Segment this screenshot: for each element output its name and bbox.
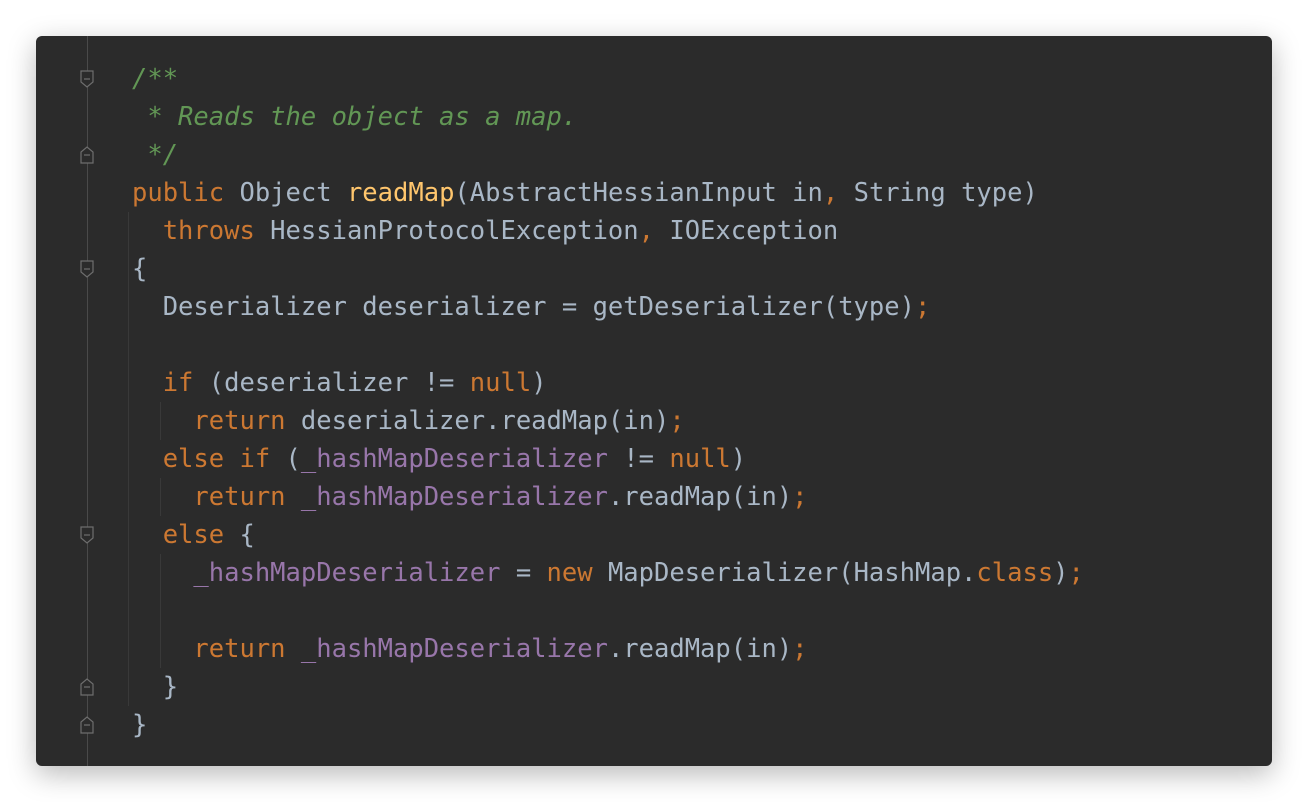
code-token: HessianProtocolException <box>254 216 639 246</box>
code-token: new <box>546 558 593 588</box>
code-token: _hashMapDeserializer <box>193 558 501 588</box>
code-token: ; <box>669 406 685 436</box>
code-token: Deserializer deserializer = getDeseriali… <box>132 292 915 322</box>
code-token: deserializer.readMap(in) <box>285 406 670 436</box>
code-line[interactable]: else { <box>132 516 1084 554</box>
code-line[interactable]: else if (_hashMapDeserializer != null) <box>132 440 1084 478</box>
code-token: (AbstractHessianInput in <box>454 178 823 208</box>
code-token: */ <box>132 140 179 170</box>
code-token: null <box>469 368 532 398</box>
code-token: } <box>132 710 148 740</box>
code-token: ( <box>270 444 301 474</box>
code-token: , <box>638 216 654 246</box>
code-token: ; <box>1068 558 1084 588</box>
code-token: MapDeserializer(HashMap. <box>592 558 977 588</box>
code-token: return <box>132 406 286 436</box>
fold-close-icon[interactable] <box>80 146 94 164</box>
code-line[interactable] <box>132 326 1084 364</box>
code-line[interactable]: throws HessianProtocolException, IOExcep… <box>132 212 1084 250</box>
code-token: (deserializer != <box>193 368 470 398</box>
code-line[interactable]: return deserializer.readMap(in); <box>132 402 1084 440</box>
code-token: if <box>132 368 194 398</box>
code-line[interactable]: { <box>132 250 1084 288</box>
code-token: null <box>669 444 731 474</box>
fold-open-icon[interactable] <box>80 526 94 544</box>
code-token: ) <box>1053 558 1069 588</box>
code-line[interactable]: public Object readMap(AbstractHessianInp… <box>132 174 1084 212</box>
code-token: return <box>132 634 286 664</box>
code-token: , <box>822 178 839 208</box>
code-line[interactable]: */ <box>132 136 1084 174</box>
fold-open-icon[interactable] <box>80 70 94 88</box>
code-token: ; <box>914 292 931 322</box>
fold-close-icon[interactable] <box>80 716 94 734</box>
code-token: class <box>976 558 1054 588</box>
code-line[interactable]: return _hashMapDeserializer.readMap(in); <box>132 630 1084 668</box>
code-token: _hashMapDeserializer <box>300 482 608 512</box>
code-token: Object <box>224 178 347 208</box>
code-token: } <box>132 672 179 702</box>
indent-guide <box>128 288 129 706</box>
code-token: ; <box>792 482 808 512</box>
code-line[interactable]: /** <box>132 60 1084 98</box>
code-token: .readMap(in) <box>607 482 793 512</box>
code-area[interactable]: /** * Reads the object as a map. */ publi… <box>132 60 1084 744</box>
code-line[interactable]: } <box>132 668 1084 706</box>
code-token: * Reads the object as a map. <box>132 102 578 132</box>
code-token: { <box>224 520 255 550</box>
code-line[interactable]: Deserializer deserializer = getDeseriali… <box>132 288 1084 326</box>
code-line[interactable]: } <box>132 706 1084 744</box>
code-token: String type) <box>838 178 1038 208</box>
code-token: return <box>132 482 286 512</box>
code-editor-window: /** * Reads the object as a map. */ publi… <box>36 36 1272 766</box>
code-token: else <box>132 520 225 550</box>
code-token: public <box>132 178 225 208</box>
fold-close-icon[interactable] <box>80 678 94 696</box>
code-token: ; <box>792 634 808 664</box>
code-token: .readMap(in) <box>607 634 793 664</box>
indent-guide <box>128 212 129 288</box>
code-token: ) <box>531 368 547 398</box>
code-line[interactable]: * Reads the object as a map. <box>132 98 1084 136</box>
code-token: readMap <box>346 178 455 208</box>
code-token: else if <box>132 444 271 474</box>
fold-open-icon[interactable] <box>80 260 94 278</box>
code-token: = <box>500 558 547 588</box>
code-token: ) <box>730 444 747 474</box>
code-token: IOException <box>654 216 839 246</box>
code-line[interactable]: return _hashMapDeserializer.readMap(in); <box>132 478 1084 516</box>
code-line[interactable]: _hashMapDeserializer = new MapDeserializ… <box>132 554 1084 592</box>
code-token: _hashMapDeserializer <box>300 634 608 664</box>
code-token: /** <box>132 64 179 94</box>
code-token: throws <box>132 216 255 246</box>
code-line[interactable] <box>132 592 1084 630</box>
code-token: != <box>607 444 670 474</box>
code-line[interactable]: if (deserializer != null) <box>132 364 1084 402</box>
code-token: _hashMapDeserializer <box>300 444 608 474</box>
code-token: { <box>132 254 148 284</box>
